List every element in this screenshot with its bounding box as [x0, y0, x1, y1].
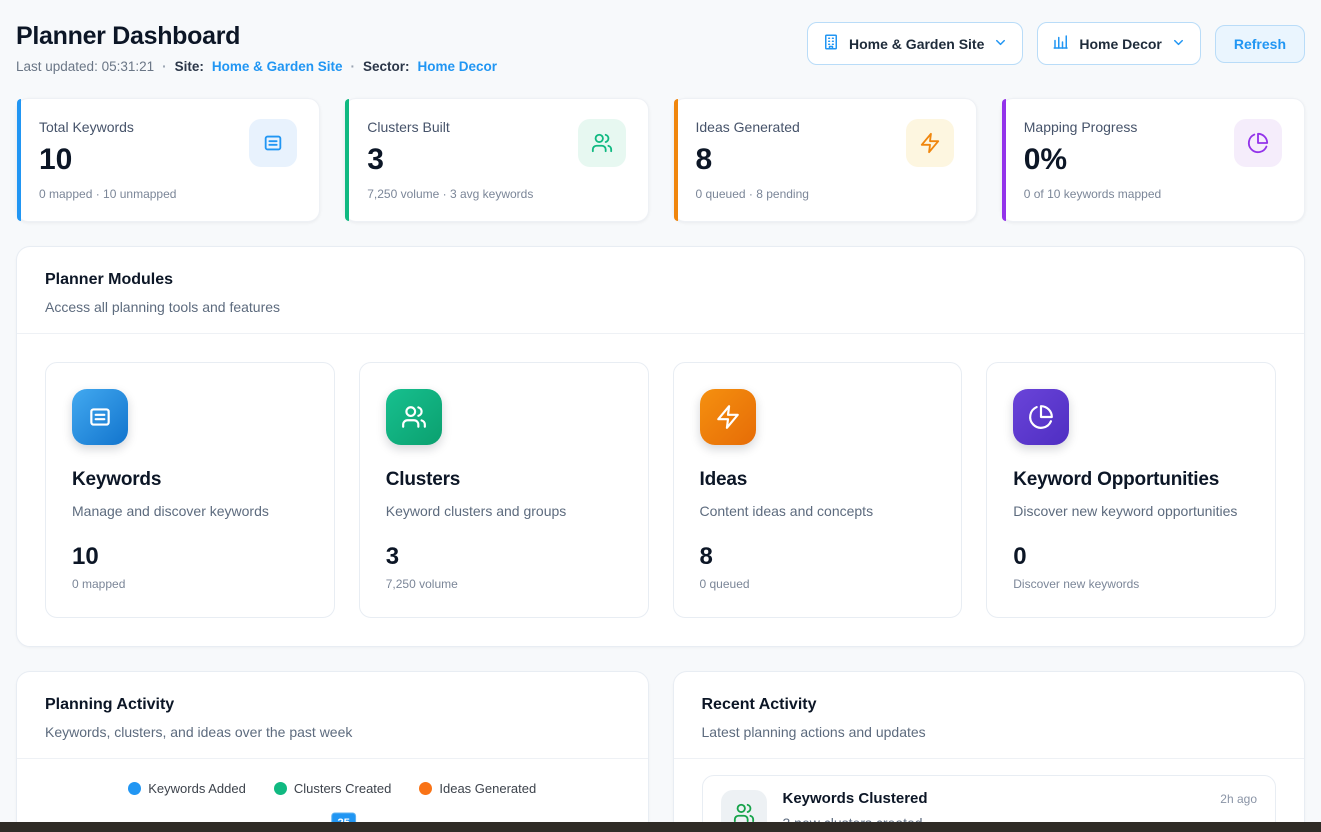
meta-separator: · [350, 59, 355, 74]
legend-item-keywords-added[interactable]: Keywords Added [128, 781, 246, 796]
site-label: Site: [175, 59, 204, 74]
module-description: Discover new keyword opportunities [1013, 503, 1249, 519]
legend-dot-orange [419, 782, 432, 795]
bottom-row: Planning Activity Keywords, clusters, an… [16, 647, 1305, 832]
module-value: 0 [1013, 543, 1249, 571]
legend-label: Ideas Generated [439, 781, 536, 796]
module-title: Keywords [72, 469, 308, 491]
activity-title: Keywords Clustered [783, 790, 928, 807]
modules-section-subtitle: Access all planning tools and features [45, 299, 1276, 315]
module-description: Keyword clusters and groups [386, 503, 622, 519]
modules-grid: Keywords Manage and discover keywords 10… [17, 334, 1304, 646]
users-icon [386, 389, 442, 445]
legend-label: Clusters Created [294, 781, 392, 796]
activity-timestamp: 2h ago [1220, 792, 1257, 806]
zap-icon [906, 119, 954, 167]
module-title: Ideas [700, 469, 936, 491]
list-icon [249, 119, 297, 167]
list-icon [72, 389, 128, 445]
legend-dot-blue [128, 782, 141, 795]
planning-activity-subtitle: Keywords, clusters, and ideas over the p… [45, 724, 620, 740]
module-value: 8 [700, 543, 936, 571]
stat-subtext: 0 queued · 8 pending [696, 187, 809, 201]
module-card-keyword-opportunities[interactable]: Keyword Opportunities Discover new keywo… [986, 362, 1276, 618]
sector-label: Sector: [363, 59, 410, 74]
module-description: Manage and discover keywords [72, 503, 308, 519]
stat-subtext: 0 of 10 keywords mapped [1024, 187, 1161, 201]
module-subtext: 7,250 volume [386, 577, 622, 591]
bottom-taskbar-edge [0, 822, 1321, 832]
stat-label: Ideas Generated [696, 119, 809, 135]
module-card-keywords[interactable]: Keywords Manage and discover keywords 10… [45, 362, 335, 618]
page-title: Planner Dashboard [16, 22, 497, 51]
stat-card-mapping-progress: Mapping Progress 0% 0 of 10 keywords map… [1001, 98, 1305, 222]
stat-card-total-keywords: Total Keywords 10 0 mapped · 10 unmapped [16, 98, 320, 222]
chart-legend: Keywords Added Clusters Created Ideas Ge… [17, 781, 648, 796]
pie-chart-icon [1013, 389, 1069, 445]
site-link[interactable]: Home & Garden Site [212, 59, 343, 74]
building-icon [822, 33, 840, 54]
stat-value: 3 [367, 143, 533, 177]
stat-card-clusters-built: Clusters Built 3 7,250 volume · 3 avg ke… [344, 98, 648, 222]
refresh-button[interactable]: Refresh [1215, 25, 1305, 63]
stat-subtext: 0 mapped · 10 unmapped [39, 187, 176, 201]
header-meta: Last updated: 05:31:21 · Site: Home & Ga… [16, 59, 497, 74]
divider [17, 758, 648, 759]
stat-subtext: 7,250 volume · 3 avg keywords [367, 187, 533, 201]
stat-card-ideas-generated: Ideas Generated 8 0 queued · 8 pending [673, 98, 977, 222]
legend-label: Keywords Added [148, 781, 246, 796]
stat-value: 0% [1024, 143, 1161, 177]
planning-activity-panel: Planning Activity Keywords, clusters, an… [16, 671, 649, 832]
module-subtext: Discover new keywords [1013, 577, 1249, 591]
pie-chart-icon [1234, 119, 1282, 167]
site-selector-value: Home & Garden Site [849, 36, 984, 52]
planner-modules-panel: Planner Modules Access all planning tool… [16, 246, 1305, 647]
planner-dashboard-page: Planner Dashboard Last updated: 05:31:21… [0, 0, 1321, 832]
stat-value: 8 [696, 143, 809, 177]
header-left: Planner Dashboard Last updated: 05:31:21… [16, 22, 497, 74]
module-value: 3 [386, 543, 622, 571]
module-subtext: 0 mapped [72, 577, 308, 591]
header-controls: Home & Garden Site Home Decor Refresh [807, 22, 1305, 65]
chevron-down-icon [1171, 35, 1186, 53]
legend-dot-green [274, 782, 287, 795]
modules-section-title: Planner Modules [45, 271, 1276, 289]
meta-separator: · [162, 59, 167, 74]
site-selector-dropdown[interactable]: Home & Garden Site [807, 22, 1023, 65]
planning-activity-title: Planning Activity [45, 696, 620, 714]
zap-icon [700, 389, 756, 445]
recent-activity-subtitle: Latest planning actions and updates [702, 724, 1277, 740]
legend-item-ideas-generated[interactable]: Ideas Generated [419, 781, 536, 796]
module-description: Content ideas and concepts [700, 503, 936, 519]
module-subtext: 0 queued [700, 577, 936, 591]
legend-item-clusters-created[interactable]: Clusters Created [274, 781, 392, 796]
recent-activity-panel: Recent Activity Latest planning actions … [673, 671, 1306, 832]
recent-activity-title: Recent Activity [702, 696, 1277, 714]
module-value: 10 [72, 543, 308, 571]
users-icon [578, 119, 626, 167]
sector-selector-value: Home Decor [1079, 36, 1161, 52]
stat-value: 10 [39, 143, 176, 177]
sector-link[interactable]: Home Decor [417, 59, 497, 74]
module-card-clusters[interactable]: Clusters Keyword clusters and groups 3 7… [359, 362, 649, 618]
stat-label: Clusters Built [367, 119, 533, 135]
stat-label: Total Keywords [39, 119, 176, 135]
last-updated-text: Last updated: 05:31:21 [16, 59, 154, 74]
chevron-down-icon [993, 35, 1008, 53]
stat-label: Mapping Progress [1024, 119, 1161, 135]
bar-chart-icon [1052, 33, 1070, 54]
page-header: Planner Dashboard Last updated: 05:31:21… [16, 22, 1305, 74]
stats-row: Total Keywords 10 0 mapped · 10 unmapped… [16, 98, 1305, 222]
module-title: Clusters [386, 469, 622, 491]
module-title: Keyword Opportunities [1013, 469, 1249, 491]
sector-selector-dropdown[interactable]: Home Decor [1037, 22, 1200, 65]
module-card-ideas[interactable]: Ideas Content ideas and concepts 8 0 que… [673, 362, 963, 618]
divider [674, 758, 1305, 759]
